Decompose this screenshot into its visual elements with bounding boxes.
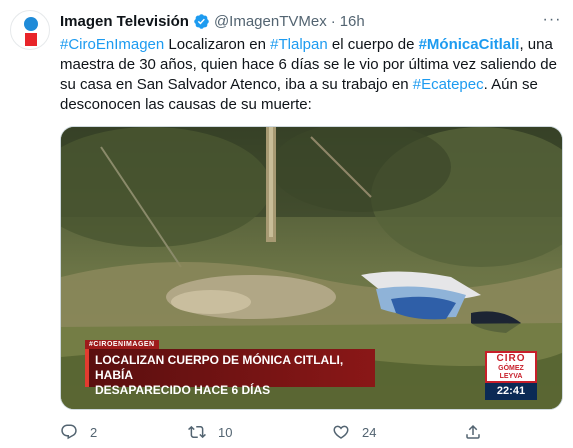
- overlay-headline-line2: DESAPARECIDO HACE 6 DÍAS: [95, 383, 271, 397]
- hashtag-tlalpan[interactable]: #Tlalpan: [270, 36, 328, 53]
- broadcast-clock: 22:41: [485, 383, 537, 400]
- overlay-tag: #CIROENIMAGEN: [85, 340, 159, 349]
- author-handle[interactable]: @ImagenTVMex: [214, 13, 327, 30]
- reply-icon: [61, 424, 77, 440]
- tweet-text: #CiroEnImagen Localizaron en #Tlalpan el…: [60, 35, 563, 115]
- tweet-text-segment: Localizaron en: [164, 36, 271, 53]
- reply-count: 2: [90, 424, 98, 440]
- retweet-count: 10: [218, 424, 233, 440]
- channel-logo-line2: GÓMEZ: [498, 365, 524, 372]
- channel-logo-line1: CIRO: [496, 353, 526, 364]
- share-button[interactable]: [464, 420, 494, 444]
- tweet-header: Imagen Televisión @ImagenTVMex · 16h: [60, 11, 365, 31]
- tweet-timestamp[interactable]: 16h: [340, 13, 365, 30]
- author-name[interactable]: Imagen Televisión: [60, 13, 189, 30]
- verified-badge-icon: [193, 13, 210, 30]
- tweet-media-image[interactable]: #CIROENIMAGEN LOCALIZAN CUERPO DE MÓNICA…: [60, 126, 563, 410]
- retweet-button[interactable]: 10: [188, 420, 232, 444]
- channel-logo-line3: LEYVA: [499, 373, 523, 380]
- header-separator: ·: [330, 12, 336, 30]
- tweet-text-segment: el cuerpo de: [327, 36, 419, 53]
- like-count: 24: [362, 424, 377, 440]
- share-icon: [466, 424, 480, 439]
- channel-logo: CIRO GÓMEZ LEYVA: [485, 351, 537, 383]
- more-icon[interactable]: ···: [541, 10, 563, 30]
- hashtag-ciroenimagen[interactable]: #CiroEnImagen: [60, 36, 164, 53]
- hashtag-ecatepec[interactable]: #Ecatepec: [413, 76, 484, 93]
- tweet: Imagen Televisión @ImagenTVMex · 16h ···…: [0, 0, 573, 448]
- reply-button[interactable]: 2: [60, 420, 97, 444]
- overlay-headline-line1: LOCALIZAN CUERPO DE MÓNICA CITLALI, HABÍ…: [95, 353, 344, 382]
- like-button[interactable]: 24: [332, 420, 376, 444]
- avatar-logo-dot: [24, 17, 38, 31]
- heart-icon: [333, 425, 349, 439]
- tweet-actions: 2 10 24: [60, 420, 520, 444]
- hashtag-monicacitlali[interactable]: #MónicaCitlali: [419, 36, 520, 53]
- avatar[interactable]: [10, 10, 50, 50]
- retweet-icon: [188, 425, 206, 439]
- avatar-logo-bar: [25, 33, 37, 46]
- overlay-headline: LOCALIZAN CUERPO DE MÓNICA CITLALI, HABÍ…: [85, 349, 375, 397]
